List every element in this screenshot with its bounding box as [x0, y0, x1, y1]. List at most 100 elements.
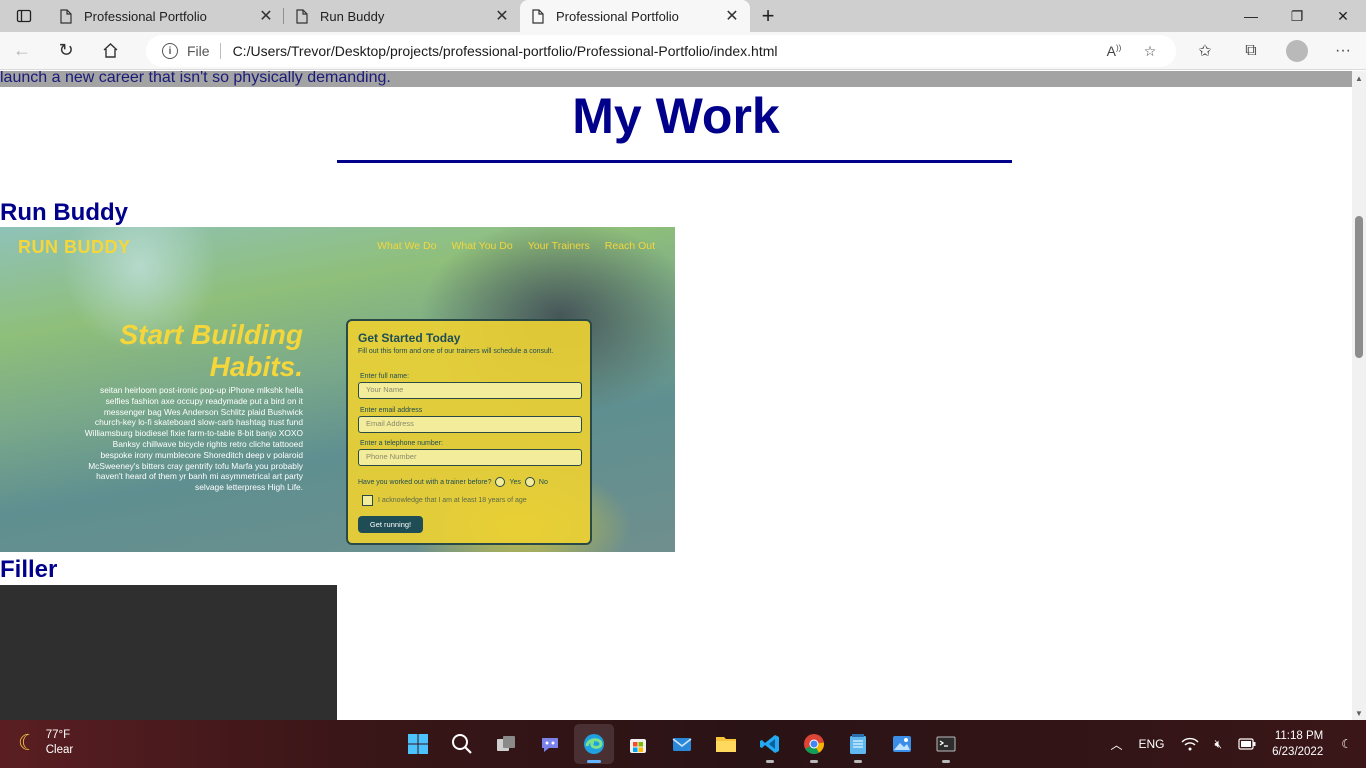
name-field: Your Name [358, 382, 582, 399]
close-icon[interactable]: ✕ [722, 6, 742, 26]
read-aloud-button[interactable]: A)) [1096, 35, 1132, 67]
tab-title: Professional Portfolio [556, 8, 679, 24]
new-tab-button[interactable]: + [750, 0, 786, 32]
add-favorite-button[interactable]: ☆ [1132, 35, 1168, 67]
run-buddy-logo: RUN BUDDY [18, 237, 131, 257]
chrome-button[interactable] [794, 724, 834, 764]
home-button[interactable] [88, 32, 132, 70]
run-buddy-nav: What We Do What You Do Your Trainers Rea… [377, 240, 655, 252]
close-icon[interactable]: ✕ [256, 6, 276, 26]
moon-icon: ☾ [18, 730, 38, 755]
volume-button[interactable]: 🔇︎ [1207, 737, 1231, 752]
email-label: Enter email address [360, 407, 423, 414]
page-scrollbar[interactable]: ▲ ▼ [1352, 71, 1366, 720]
edge-button[interactable] [574, 724, 614, 764]
tab-actions-button[interactable] [0, 0, 48, 32]
plus-icon: + [761, 3, 775, 28]
get-running-button: Get running! [358, 516, 423, 533]
settings-menu-button[interactable]: ··· [1320, 32, 1366, 70]
scrollbar-thumb[interactable] [1355, 216, 1363, 358]
clock-date: 6/23/2022 [1272, 746, 1324, 758]
vs-code-icon [760, 735, 779, 753]
avatar [1286, 40, 1308, 62]
photos-icon [893, 736, 911, 752]
back-button[interactable]: ← [0, 32, 44, 70]
close-icon: ✕ [1337, 7, 1349, 24]
refresh-button[interactable]: ↻ [44, 32, 88, 70]
page-viewport: launch a new career that isn't so physic… [0, 71, 1352, 720]
volume-muted-icon: 🔇︎ [1214, 736, 1223, 751]
tab-run-buddy[interactable]: Run Buddy ✕ [284, 0, 520, 32]
run-buddy-preview-image[interactable]: RUN BUDDY What We Do What You Do Your Tr… [0, 227, 675, 552]
tab-title: Run Buddy [320, 8, 385, 24]
store-icon [630, 739, 646, 753]
windows-taskbar: ☾ 77°F Clear ︿ ENG 🔇︎ 11:18 PM 6/23/2022… [0, 720, 1366, 768]
wifi-icon [1180, 737, 1199, 751]
acknowledge-label: I acknowledge that I am at least 18 year… [378, 497, 527, 504]
title-divider [337, 160, 1012, 163]
start-button[interactable] [398, 724, 438, 764]
browser-toolbar: ← ↻ i File C:/Users/Trevor/Desktop/proje… [0, 32, 1366, 70]
refresh-icon: ↻ [58, 40, 74, 60]
home-icon [103, 43, 117, 58]
vs-code-button[interactable] [750, 724, 790, 764]
favorites-icon: ✩ [1198, 43, 1212, 60]
info-icon[interactable]: i [162, 43, 178, 59]
network-button[interactable] [1173, 737, 1207, 751]
close-icon[interactable]: ✕ [492, 6, 512, 26]
windows-start-icon [408, 734, 428, 754]
tab-professional-portfolio-1[interactable]: Professional Portfolio ✕ [48, 0, 284, 32]
weather-condition: Clear [45, 744, 74, 756]
scroll-up-arrow-icon[interactable]: ▲ [1352, 71, 1366, 85]
store-button[interactable] [618, 724, 658, 764]
acknowledge-checkbox [362, 495, 373, 506]
scroll-down-arrow-icon[interactable]: ▼ [1352, 706, 1366, 720]
hero-text: seitan heirloom post-ironic pop-up iPhon… [84, 385, 303, 493]
clock-time: 11:18 PM [1274, 730, 1324, 742]
teams-chat-button[interactable] [530, 724, 570, 764]
read-aloud-icon: A)) [1106, 43, 1122, 59]
collections-button[interactable]: ⧉ [1228, 32, 1274, 70]
address-bar[interactable]: i File C:/Users/Trevor/Desktop/projects/… [146, 35, 1176, 67]
chat-icon [542, 738, 558, 752]
scheme-label: File [187, 43, 210, 59]
battery-button[interactable] [1230, 738, 1264, 750]
photos-button[interactable] [882, 724, 922, 764]
nav-item: Reach Out [604, 240, 655, 252]
notifications-button[interactable]: ☾ [1333, 737, 1366, 751]
mail-icon [672, 738, 692, 751]
about-text: launch a new career that isn't so physic… [0, 71, 391, 86]
section-title: My Work [572, 88, 780, 144]
page-icon [530, 8, 546, 24]
star-add-icon: ☆ [1143, 42, 1157, 59]
tab-professional-portfolio-active[interactable]: Professional Portfolio ✕ [520, 0, 750, 32]
terminal-button[interactable] [926, 724, 966, 764]
profile-button[interactable] [1274, 32, 1320, 70]
phone-label: Enter a telephone number: [360, 440, 443, 447]
restore-button[interactable]: ❐ [1274, 0, 1320, 32]
url-text[interactable]: C:/Users/Trevor/Desktop/projects/profess… [233, 43, 778, 59]
edge-icon [584, 734, 604, 754]
favorites-button[interactable]: ✩ [1182, 32, 1228, 70]
show-hidden-icons-button[interactable]: ︿ [1102, 736, 1130, 753]
mail-button[interactable] [662, 724, 702, 764]
weather-widget[interactable]: ☾ 77°F Clear [18, 728, 73, 758]
signup-form: Get Started Today Fill out this form and… [346, 319, 592, 545]
page-icon [294, 8, 310, 24]
clock[interactable]: 11:18 PM 6/23/2022 [1264, 728, 1333, 760]
chevron-up-icon: ︿ [1110, 737, 1123, 752]
search-button[interactable] [442, 724, 482, 764]
minimize-button[interactable]: — [1228, 0, 1274, 32]
name-label: Enter full name: [360, 373, 410, 380]
weather-temp: 77°F [45, 729, 71, 741]
task-view-button[interactable] [486, 724, 526, 764]
filler-preview-image[interactable] [0, 585, 337, 720]
notepad-button[interactable] [838, 724, 878, 764]
do-not-disturb-icon: ☾ [1341, 737, 1352, 751]
tab-actions-icon [16, 9, 32, 23]
restore-icon: ❐ [1290, 7, 1304, 24]
file-explorer-button[interactable] [706, 724, 746, 764]
close-window-button[interactable]: ✕ [1320, 0, 1366, 32]
nav-item: What We Do [377, 240, 437, 252]
language-indicator[interactable]: ENG [1130, 737, 1172, 751]
